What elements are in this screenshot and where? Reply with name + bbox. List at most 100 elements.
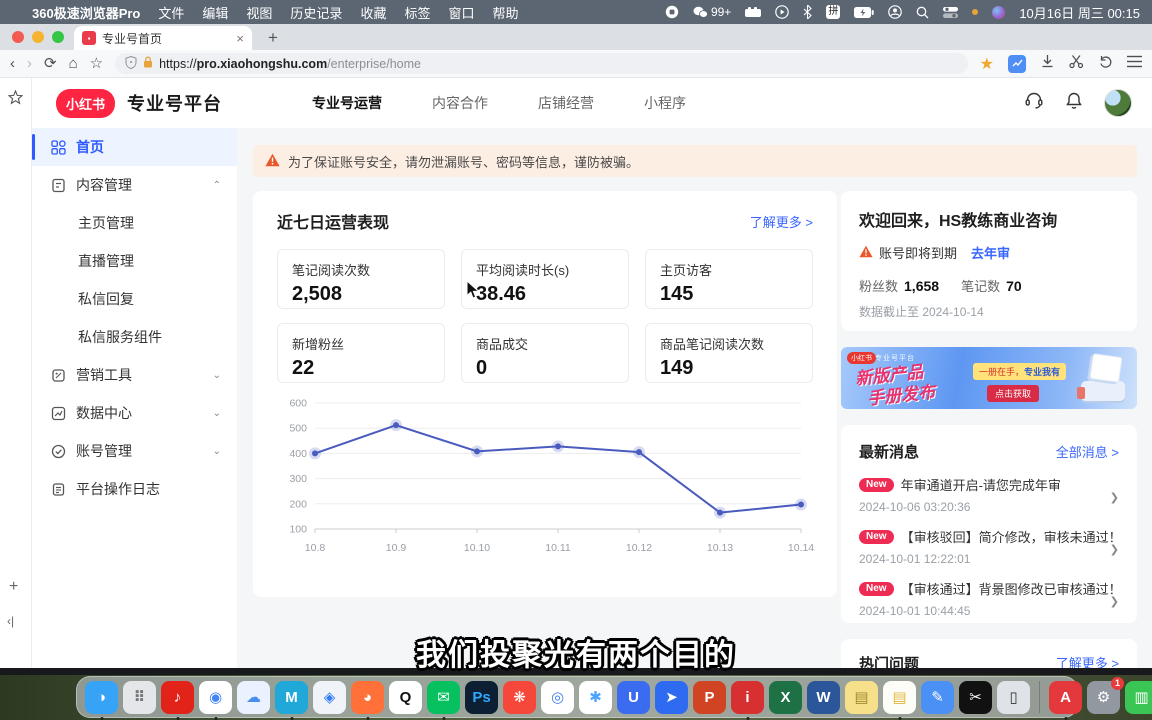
- undo-restore-icon[interactable]: [1098, 54, 1113, 74]
- dock-meeting-circles-app-icon[interactable]: ◎: [541, 681, 574, 714]
- dock-notes-icon[interactable]: ▤: [883, 681, 916, 714]
- play-status-icon[interactable]: [775, 5, 789, 19]
- chart-point: [393, 422, 399, 428]
- news-item-review-rejected[interactable]: New【审核驳回】简介修改，审核未通过！ 2024-10-01 12:22:01…: [859, 527, 1119, 566]
- menu-file[interactable]: 文件: [158, 3, 184, 22]
- news-item-annual-review[interactable]: New年审通道开启-请您完成年审 2024-10-06 03:20:36 ❯: [859, 475, 1119, 514]
- expire-warning-text: 账号即将到期: [879, 243, 957, 262]
- site-shield-icon[interactable]: [125, 56, 137, 72]
- dock-firefox-icon[interactable]: ◕: [351, 681, 384, 714]
- extension-chart-icon[interactable]: [1008, 55, 1026, 73]
- back-button[interactable]: ‹: [10, 56, 15, 71]
- spotlight-search-icon[interactable]: [916, 6, 929, 19]
- bluetooth-icon[interactable]: [803, 5, 812, 19]
- nav-content-cooperation[interactable]: 内容合作: [432, 93, 488, 113]
- dock-excel-icon[interactable]: X: [769, 681, 802, 714]
- home-button[interactable]: ⌂: [69, 56, 78, 71]
- record-status-icon[interactable]: [665, 5, 679, 19]
- dock-red-person-app-icon[interactable]: i: [731, 681, 764, 714]
- dock-word-icon[interactable]: W: [807, 681, 840, 714]
- promo-cta-button[interactable]: 点击获取: [987, 385, 1039, 402]
- browser-tab[interactable]: ▪ 专业号首页 ×: [74, 26, 252, 50]
- overview-more-link[interactable]: 了解更多 >: [750, 212, 813, 231]
- sidebar-item-content-management[interactable]: 内容管理 ⌃: [32, 166, 237, 204]
- nav-miniprogram[interactable]: 小程序: [644, 93, 686, 113]
- dock-powerpoint-icon[interactable]: P: [693, 681, 726, 714]
- chevron-down-icon: ⌄: [213, 446, 221, 457]
- sidebar-item-home[interactable]: 首页: [32, 128, 237, 166]
- nav-shop[interactable]: 店铺经营: [538, 93, 594, 113]
- favorite-star-icon[interactable]: ★: [980, 54, 994, 74]
- sidebar-item-data-center[interactable]: 数据中心 ⌄: [32, 394, 237, 432]
- menu-window[interactable]: 窗口: [448, 3, 474, 22]
- menu-favorites[interactable]: 收藏: [360, 3, 386, 22]
- side-panel-add-icon[interactable]: +: [9, 578, 18, 596]
- battery-icon[interactable]: [854, 7, 874, 18]
- menu-history[interactable]: 历史记录: [290, 3, 342, 22]
- input-method-icon[interactable]: 拼: [826, 5, 840, 19]
- dock-launchpad-icon[interactable]: ⠿: [123, 681, 156, 714]
- go-renew-link[interactable]: 去年审: [971, 243, 1010, 262]
- forward-button[interactable]: ›: [27, 56, 32, 71]
- xiaohongshu-logo[interactable]: 小红书: [56, 89, 115, 118]
- keyboard-status-icon[interactable]: [745, 7, 761, 18]
- news-item-review-passed[interactable]: New【审核通过】背景图修改已审核通过！ 2024-10-01 10:44:45…: [859, 579, 1119, 618]
- minimize-window-button[interactable]: [32, 31, 44, 43]
- sidebar-item-dm-service-widget[interactable]: 私信服务组件: [32, 318, 237, 356]
- new-tab-button[interactable]: +: [268, 26, 278, 50]
- side-panel-star-icon[interactable]: [8, 90, 23, 110]
- sidebar-item-homepage-management[interactable]: 主页管理: [32, 204, 237, 242]
- sidebar-item-marketing-tools[interactable]: 营销工具 ⌄: [32, 356, 237, 394]
- reload-button[interactable]: ⟳: [44, 56, 57, 71]
- dock-blue-swallow-app-icon[interactable]: ➤: [655, 681, 688, 714]
- bookmark-star-button[interactable]: ☆: [90, 56, 103, 71]
- promo-banner[interactable]: 小红书 专业号平台 新版产品 手册发布 一册在手，专业我有 点击获取: [841, 347, 1137, 409]
- maximize-window-button[interactable]: [52, 31, 64, 43]
- dock-numbers-bars-app-icon[interactable]: ▥: [1125, 681, 1152, 714]
- tab-close-icon[interactable]: ×: [236, 31, 244, 46]
- sidebar-item-platform-log[interactable]: 平台操作日志: [32, 470, 237, 508]
- dock-chrome-icon[interactable]: ◉: [199, 681, 232, 714]
- siri-icon[interactable]: [992, 6, 1005, 19]
- dock-finder-icon[interactable]: ◑: [85, 681, 118, 714]
- dock-cloud-browser-icon[interactable]: ☁: [237, 681, 270, 714]
- dock-system-settings-icon[interactable]: ⚙1: [1087, 681, 1120, 714]
- menubar-app-name[interactable]: 360极速浏览器Pro: [32, 3, 140, 22]
- user-avatar[interactable]: [1104, 89, 1132, 117]
- dock-red-clock-app-icon[interactable]: ❋: [503, 681, 536, 714]
- dock-wechat-icon[interactable]: ✉: [427, 681, 460, 714]
- customer-service-icon[interactable]: [1024, 91, 1044, 116]
- dock-netease-music-icon[interactable]: ♪: [161, 681, 194, 714]
- download-icon[interactable]: [1040, 54, 1055, 74]
- wechat-status-icon[interactable]: 99+: [693, 5, 731, 19]
- notification-bell-icon[interactable]: [1064, 91, 1084, 116]
- main-menu-icon[interactable]: [1127, 55, 1142, 73]
- sidebar-item-dm-reply[interactable]: 私信回复: [32, 280, 237, 318]
- sidebar-item-account-management[interactable]: 账号管理 ⌄: [32, 432, 237, 470]
- menu-tabs[interactable]: 标签: [404, 3, 430, 22]
- user-status-icon[interactable]: [888, 5, 902, 19]
- dock-qq-icon[interactable]: Q: [389, 681, 422, 714]
- dock-safari-icon[interactable]: ◈: [313, 681, 346, 714]
- control-center-icon[interactable]: [943, 7, 958, 18]
- close-window-button[interactable]: [12, 31, 24, 43]
- dock-photoshop-icon[interactable]: Ps: [465, 681, 498, 714]
- dock-red-a-app-icon[interactable]: A: [1049, 681, 1082, 714]
- dock-blue-pencil-app-icon[interactable]: ✎: [921, 681, 954, 714]
- sidebar-item-live-management[interactable]: 直播管理: [32, 242, 237, 280]
- dock-maxthon-icon[interactable]: M: [275, 681, 308, 714]
- side-panel-collapse-icon[interactable]: ‹|: [7, 614, 14, 628]
- screenshot-scissors-icon[interactable]: [1069, 54, 1084, 74]
- menu-edit[interactable]: 编辑: [202, 3, 228, 22]
- news-more-link[interactable]: 全部消息 >: [1056, 442, 1119, 461]
- dock-chat-bubble-app-icon[interactable]: ✱: [579, 681, 612, 714]
- nav-operation[interactable]: 专业号运营: [312, 93, 382, 113]
- dock-capcut-icon[interactable]: ✂: [959, 681, 992, 714]
- dock-u-dictionary-icon[interactable]: U: [617, 681, 650, 714]
- address-bar[interactable]: https://pro.xiaohongshu.com/enterprise/h…: [115, 53, 968, 74]
- menu-help[interactable]: 帮助: [492, 3, 518, 22]
- dock-stickies-icon[interactable]: ▤: [845, 681, 878, 714]
- menubar-clock[interactable]: 10月16日 周三 00:15: [1019, 3, 1140, 22]
- dock-iphone-mirroring-icon[interactable]: ▯: [997, 681, 1030, 714]
- menu-view[interactable]: 视图: [246, 3, 272, 22]
